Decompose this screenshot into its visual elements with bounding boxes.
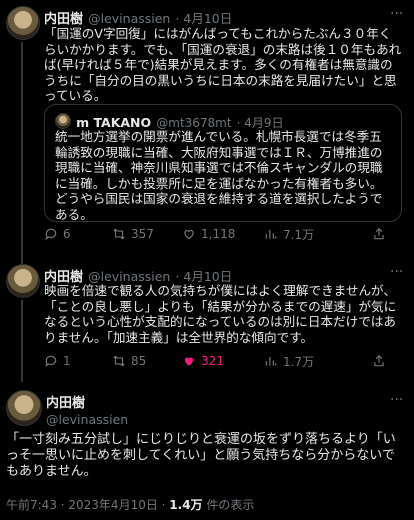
- like-icon-filled: [184, 357, 194, 366]
- more-icon[interactable]: ···: [390, 264, 403, 280]
- quote-handle: @mt3678mt: [156, 116, 232, 130]
- retweet-count: 85: [131, 354, 147, 368]
- views-count: 1.7万: [283, 354, 315, 369]
- quote-text: 統一地方選挙の開票が進んでいる。札幌市長選では冬季五輪誘致の現職に当確、大阪府知…: [55, 129, 383, 222]
- tweet3-view-suffix: 件の表示: [202, 498, 255, 512]
- reply-button[interactable]: 6: [44, 227, 71, 241]
- retweet-button[interactable]: 85: [112, 354, 146, 368]
- views-count: 7.1万: [283, 227, 315, 242]
- retweet-icon: [113, 228, 125, 240]
- retweet-count: 357: [131, 227, 154, 241]
- like-count: 321: [201, 354, 224, 368]
- tweet3-header: 内田樹 @levinassien: [46, 392, 128, 427]
- quoted-tweet[interactable]: m TAKANO @mt3678mt · 4月9日 統一地方選挙の開票が進んでい…: [44, 104, 402, 222]
- views-button[interactable]: 7.1万: [264, 226, 314, 243]
- like-button[interactable]: 321: [182, 354, 224, 368]
- tweet2-handle[interactable]: @levinassien: [88, 269, 170, 284]
- views-button[interactable]: 1.7万: [264, 353, 314, 370]
- more-icon[interactable]: ···: [390, 392, 403, 408]
- reply-icon: [45, 228, 57, 241]
- tweet3-text: 「一寸刻み五分試し」にじりじりと衰運の坂をずり落ちるより「いっそ一思いに止めを刺…: [6, 432, 396, 479]
- tweet1-header: 内田樹 @levinassien · 4月10日: [44, 8, 232, 27]
- like-count: 1,118: [201, 227, 236, 241]
- reply-count: 1: [63, 354, 71, 368]
- share-button[interactable]: [372, 354, 386, 368]
- avatar-tweet2[interactable]: [6, 264, 40, 298]
- reply-button[interactable]: 1: [44, 354, 71, 368]
- share-button[interactable]: [372, 227, 386, 241]
- thread-line: [21, 42, 23, 264]
- quote-avatar: [55, 113, 71, 129]
- tweet2-text: 映画を倍速で観る人の気持ちが僕にはよく理解できませんが、「ことの良し悪し」よりも…: [44, 283, 397, 345]
- thread-line-2: [21, 300, 23, 382]
- retweet-icon: [113, 355, 125, 367]
- like-icon: [184, 230, 194, 240]
- tweet3-view-count: 1.4万: [169, 498, 203, 512]
- tweet3-handle[interactable]: @levinassien: [46, 412, 128, 427]
- reply-icon: [45, 355, 57, 368]
- tweet1-author-name[interactable]: 内田樹: [44, 12, 83, 27]
- quote-author-name: m TAKANO: [76, 115, 152, 130]
- tweet2-date[interactable]: · 4月10日: [175, 269, 232, 284]
- avatar-tweet3[interactable]: [6, 390, 42, 426]
- tweet3-author-name[interactable]: 内田樹: [46, 392, 128, 411]
- views-icon: [265, 229, 277, 239]
- tweet1-handle[interactable]: @levinassien: [88, 11, 170, 26]
- quote-date: · 4月9日: [236, 116, 284, 130]
- share-icon: [374, 354, 384, 367]
- like-button[interactable]: 1,118: [182, 227, 235, 241]
- views-icon: [265, 356, 277, 366]
- tweet3-timestamp[interactable]: 午前7:43 · 2023年4月10日 ·: [6, 498, 169, 512]
- share-icon: [374, 227, 384, 240]
- more-icon[interactable]: ···: [390, 6, 403, 22]
- tweet1-text: 「国運のV字回復」にはがんばってもこれからたぶん３０年くらいかかります。でも、「…: [44, 26, 402, 103]
- avatar-tweet1[interactable]: [6, 6, 40, 40]
- tweet1-date[interactable]: · 4月10日: [175, 11, 232, 26]
- retweet-button[interactable]: 357: [112, 227, 154, 241]
- tweet3-meta: 午前7:43 · 2023年4月10日 · 1.4万 件の表示: [6, 496, 254, 513]
- reply-count: 6: [63, 227, 71, 241]
